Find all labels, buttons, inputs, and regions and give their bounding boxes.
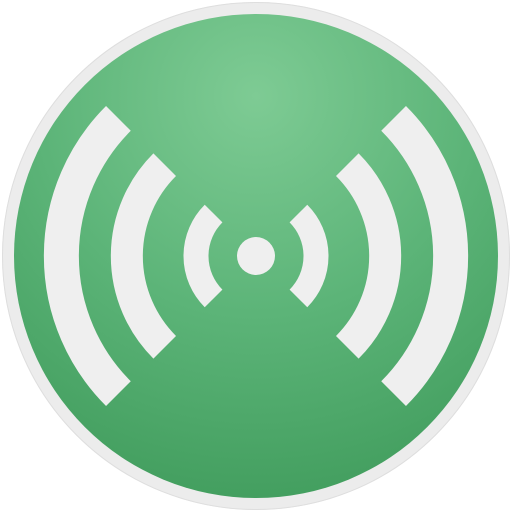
app-icon <box>0 0 512 512</box>
wireless-broadcast-icon <box>2 2 510 510</box>
broadcast-center-dot <box>237 237 275 275</box>
